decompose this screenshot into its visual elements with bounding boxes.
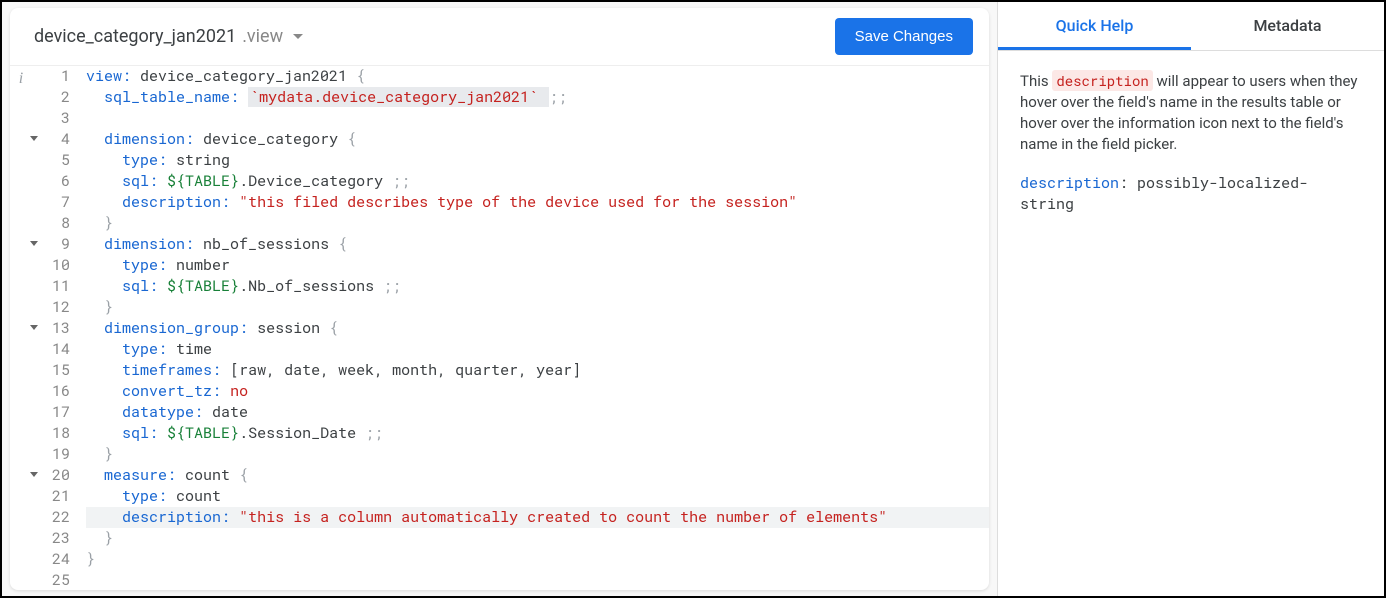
- code-line[interactable]: dimension: device_category {: [86, 129, 989, 150]
- line-number[interactable]: 25: [32, 570, 70, 590]
- chevron-down-icon[interactable]: [293, 34, 303, 39]
- code-line[interactable]: sql: ${TABLE}.Session_Date ;;: [86, 423, 989, 444]
- fold-icon[interactable]: [30, 472, 38, 477]
- fold-icon[interactable]: [30, 241, 38, 246]
- line-number[interactable]: 23: [32, 528, 70, 549]
- help-keyword-pill: description: [1052, 70, 1152, 91]
- line-number[interactable]: 17: [32, 402, 70, 423]
- code-line[interactable]: }: [86, 297, 989, 318]
- code-line[interactable]: sql: ${TABLE}.Device_category ;;: [86, 171, 989, 192]
- code-line[interactable]: timeframes: [raw, date, week, month, qua…: [86, 360, 989, 381]
- line-number[interactable]: 5: [32, 150, 70, 171]
- line-number[interactable]: 13: [32, 318, 70, 339]
- code-line[interactable]: }: [86, 444, 989, 465]
- line-number[interactable]: 7: [32, 192, 70, 213]
- code-line[interactable]: [86, 108, 989, 129]
- line-number[interactable]: 18: [32, 423, 70, 444]
- file-title[interactable]: device_category_jan2021 .view: [34, 26, 303, 47]
- info-gutter: i: [10, 66, 32, 590]
- code-line[interactable]: datatype: date: [86, 402, 989, 423]
- info-icon[interactable]: i: [10, 68, 32, 89]
- line-number[interactable]: 9: [32, 234, 70, 255]
- code-line[interactable]: }: [86, 213, 989, 234]
- line-number[interactable]: 6: [32, 171, 70, 192]
- line-number[interactable]: 12: [32, 297, 70, 318]
- fold-icon[interactable]: [30, 136, 38, 141]
- line-number[interactable]: 8: [32, 213, 70, 234]
- editor-header: device_category_jan2021 .view Save Change…: [10, 8, 989, 65]
- line-number[interactable]: 19: [32, 444, 70, 465]
- side-tabs: Quick Help Metadata: [998, 2, 1384, 51]
- code-line[interactable]: description: "this filed describes type …: [86, 192, 989, 213]
- code-line[interactable]: }: [86, 549, 989, 570]
- code-line[interactable]: type: count: [86, 486, 989, 507]
- code-line[interactable]: view: device_category_jan2021 {: [86, 66, 989, 87]
- line-number[interactable]: 24: [32, 549, 70, 570]
- file-ext: .view: [242, 26, 283, 47]
- save-button[interactable]: Save Changes: [835, 18, 973, 55]
- tab-metadata[interactable]: Metadata: [1191, 2, 1384, 50]
- editor-card: device_category_jan2021 .view Save Change…: [10, 8, 989, 590]
- line-number[interactable]: 16: [32, 381, 70, 402]
- line-number[interactable]: 2: [32, 87, 70, 108]
- code-line[interactable]: type: string: [86, 150, 989, 171]
- code-line[interactable]: convert_tz: no: [86, 381, 989, 402]
- code-line[interactable]: }: [86, 528, 989, 549]
- line-number[interactable]: 21: [32, 486, 70, 507]
- code-line[interactable]: sql_table_name: `mydata.device_category_…: [86, 87, 989, 108]
- line-number[interactable]: 11: [32, 276, 70, 297]
- line-number[interactable]: 3: [32, 108, 70, 129]
- code-line[interactable]: type: time: [86, 339, 989, 360]
- code-line[interactable]: dimension_group: session {: [86, 318, 989, 339]
- code-line[interactable]: description: "this is a column automatic…: [86, 507, 989, 528]
- help-prefix: This: [1020, 72, 1052, 90]
- side-panel: Quick Help Metadata This description wil…: [998, 2, 1384, 596]
- line-number[interactable]: 14: [32, 339, 70, 360]
- code-line[interactable]: dimension: nb_of_sessions {: [86, 234, 989, 255]
- help-signature: description: possibly-localized-string: [1020, 173, 1362, 215]
- quick-help-body: This description will appear to users wh…: [998, 51, 1384, 235]
- line-number[interactable]: 4: [32, 129, 70, 150]
- line-number[interactable]: 20: [32, 465, 70, 486]
- code-editor[interactable]: i 12345678910111213141516171819202122232…: [10, 65, 989, 590]
- line-number[interactable]: 1: [32, 66, 70, 87]
- line-number[interactable]: 10: [32, 255, 70, 276]
- editor-pane: device_category_jan2021 .view Save Change…: [2, 2, 998, 596]
- line-number[interactable]: 15: [32, 360, 70, 381]
- line-number[interactable]: 22: [32, 507, 70, 528]
- line-number-gutter: 1234567891011121314151617181920212223242…: [32, 66, 76, 590]
- code-line[interactable]: [86, 570, 989, 590]
- code-line[interactable]: measure: count {: [86, 465, 989, 486]
- help-sig-key: description: [1020, 173, 1119, 193]
- code-line[interactable]: type: number: [86, 255, 989, 276]
- tab-quick-help[interactable]: Quick Help: [998, 2, 1191, 50]
- fold-icon[interactable]: [30, 325, 38, 330]
- help-sig-sep: :: [1119, 173, 1137, 193]
- code-lines[interactable]: view: device_category_jan2021 { sql_tabl…: [76, 66, 989, 590]
- file-name: device_category_jan2021: [34, 26, 236, 47]
- help-text: This description will appear to users wh…: [1020, 71, 1362, 155]
- code-line[interactable]: sql: ${TABLE}.Nb_of_sessions ;;: [86, 276, 989, 297]
